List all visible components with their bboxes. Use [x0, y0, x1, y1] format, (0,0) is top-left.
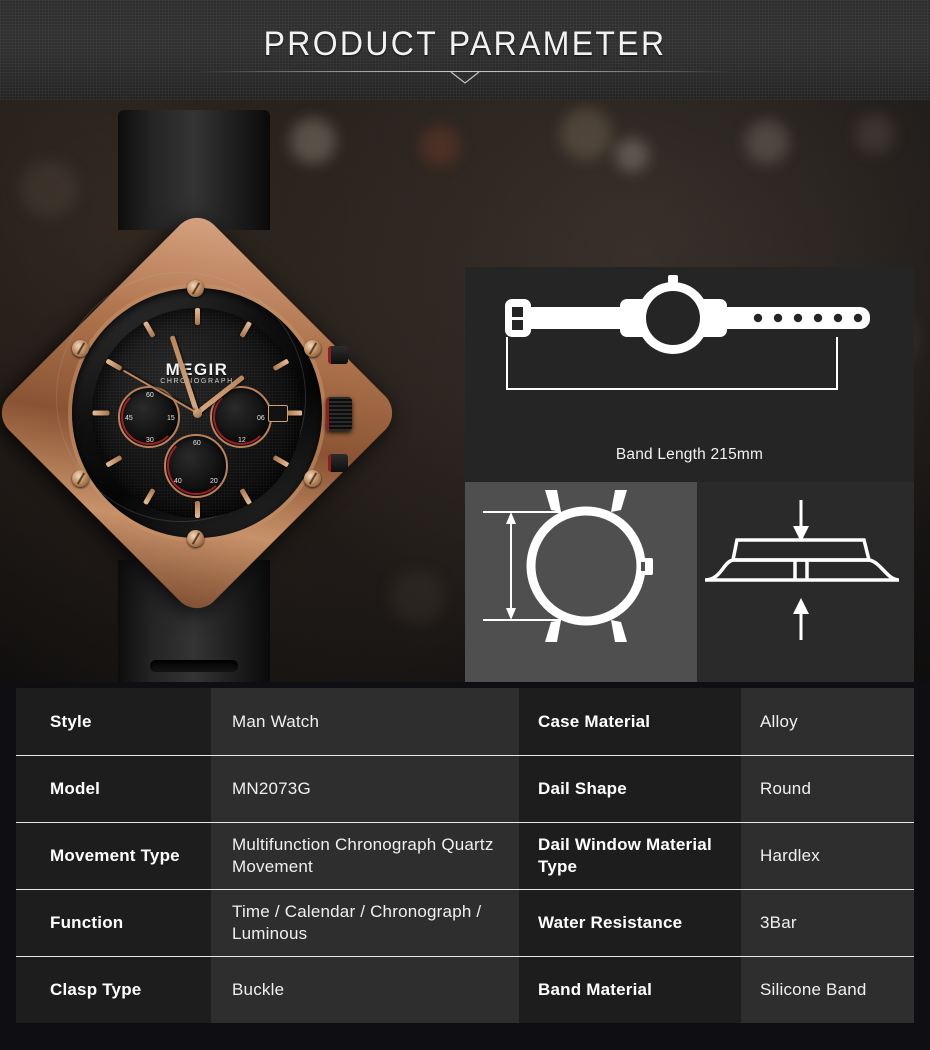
subdial-number: 60 [146, 392, 154, 399]
spec-value: Man Watch [211, 688, 519, 755]
hour-marker [142, 320, 156, 339]
case-thickness-diagram [704, 500, 900, 640]
spec-label: Style [16, 688, 211, 755]
table-row: Style Man Watch Case Material Alloy [16, 688, 914, 755]
product-photo-scene: MEGIR CHRONOGRAPH 60 45 30 15 06 12 60 4… [0, 100, 930, 682]
spec-value: MN2073G [211, 755, 519, 822]
spec-value: Buckle [211, 956, 519, 1023]
spec-label: Dail Shape [519, 755, 741, 822]
spec-label: Dail Window Material Type [519, 822, 741, 889]
bokeh-light [615, 138, 649, 172]
watch-pusher-top [328, 346, 348, 364]
specification-table: Style Man Watch Case Material Alloy Mode… [16, 688, 914, 1023]
bokeh-light [560, 108, 612, 160]
watch-case-front: MEGIR CHRONOGRAPH 60 45 30 15 06 12 60 4… [56, 272, 352, 554]
hour-marker [194, 501, 200, 518]
hour-marker [142, 487, 156, 506]
subdial-number: 20 [210, 478, 218, 485]
band-length-diagram [505, 275, 870, 390]
spec-value: Silicone Band [741, 956, 914, 1023]
strap-groove [150, 660, 238, 672]
case-diameter-panel: Case Diameter 45mm [465, 482, 697, 682]
bokeh-light [745, 120, 789, 164]
spec-label: Clasp Type [16, 956, 211, 1023]
case-diameter-diagram [483, 490, 653, 642]
subdial-number: 45 [125, 415, 133, 422]
spec-value: Time / Calendar / Chronograph / Luminous [211, 889, 519, 956]
dial-brand-subtitle: CHRONOGRAPH [160, 378, 234, 385]
hour-marker [104, 454, 123, 468]
dial-hub [192, 408, 202, 418]
hour-marker [238, 487, 252, 506]
table-row: Function Time / Calendar / Chronograph /… [16, 889, 914, 956]
subdial-number: 60 [193, 440, 201, 447]
page-header: PRODUCT PARAMETER [0, 0, 930, 100]
product-watch-image: MEGIR CHRONOGRAPH 60 45 30 15 06 12 60 4… [0, 100, 430, 682]
spec-label: Model [16, 755, 211, 822]
watch-pusher-bottom [328, 454, 348, 472]
hour-marker [92, 410, 109, 416]
spec-label: Band Material [519, 956, 741, 1023]
case-screw [72, 470, 89, 487]
spec-value: 3Bar [741, 889, 914, 956]
case-screw [72, 340, 89, 357]
spec-label: Case Material [519, 688, 741, 755]
spec-label: Function [16, 889, 211, 956]
case-screw [304, 470, 321, 487]
watch-crown [326, 397, 352, 431]
spec-value: Multifunction Chronograph Quartz Movemen… [211, 822, 519, 889]
band-length-label: Band Length 215mm [615, 446, 764, 463]
subdial-left: 60 45 30 15 [118, 386, 180, 448]
hour-marker [271, 454, 290, 468]
page-title: PRODUCT PARAMETER [263, 25, 667, 63]
case-screw [304, 340, 321, 357]
watch-dial: MEGIR CHRONOGRAPH 60 45 30 15 06 12 60 4… [92, 308, 302, 518]
subdial-bottom: 60 40 20 [164, 434, 228, 498]
table-row: Model MN2073G Dail Shape Round [16, 755, 914, 822]
case-thickness-panel: Case Thickness 13.5mm [697, 482, 914, 682]
subdial-number: 12 [238, 437, 246, 444]
band-length-panel: Band Length 215mm [465, 267, 914, 482]
spec-value: Hardlex [741, 822, 914, 889]
subdial-number: 06 [257, 415, 265, 422]
table-row: Clasp Type Buckle Band Material Silicone… [16, 956, 914, 1023]
chevron-down-icon [450, 71, 480, 84]
spec-value: Alloy [741, 688, 914, 755]
date-window [268, 405, 288, 422]
watch-strap-top [118, 110, 270, 230]
hour-marker [238, 320, 252, 339]
spec-value: Round [741, 755, 914, 822]
subdial-number: 15 [167, 415, 175, 422]
subdial-number: 30 [146, 437, 154, 444]
case-screw [187, 280, 204, 297]
bokeh-light [855, 114, 895, 154]
spec-label: Water Resistance [519, 889, 741, 956]
hour-marker [194, 308, 200, 325]
spec-label: Movement Type [16, 822, 211, 889]
subdial-number: 40 [174, 478, 182, 485]
table-row: Movement Type Multifunction Chronograph … [16, 822, 914, 889]
case-screw [187, 530, 204, 547]
